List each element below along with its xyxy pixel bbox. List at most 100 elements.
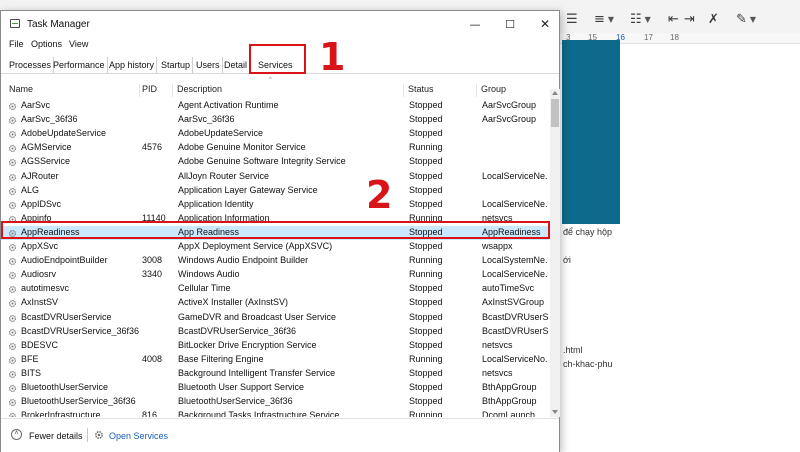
cell-status: Stopped — [409, 382, 443, 392]
table-row[interactable]: BITS Background Intelligent Transfer Serv… — [1, 367, 549, 381]
table-row[interactable]: BcastDVRUserService_36f36 BcastDVRUserSer… — [1, 325, 549, 339]
scroll-up-arrow-icon[interactable] — [552, 91, 558, 95]
decrease-indent-icon[interactable]: ⇤ — [668, 9, 679, 29]
cell-status: Stopped — [409, 114, 443, 125]
maximize-button[interactable]: ☐ — [496, 15, 524, 33]
cell-name: AarSvc_36f36 — [21, 114, 78, 125]
tab-app-history[interactable]: App history — [107, 57, 158, 73]
cell-status: Stopped — [409, 170, 443, 181]
increase-indent-icon[interactable]: ⇥ — [684, 9, 695, 29]
fewer-details-button[interactable]: Fewer details — [29, 431, 83, 441]
cell-description: Agent Activation Runtime — [178, 100, 279, 110]
cell-name: AGSService — [21, 156, 71, 167]
tab-users[interactable]: Users — [194, 57, 223, 73]
table-row[interactable]: BluetoothUserService Bluetooth User Suppo… — [1, 381, 549, 395]
cell-status: Stopped — [409, 283, 443, 294]
tab-startup[interactable]: Startup — [159, 57, 194, 73]
cell-name: BDESVC — [21, 339, 59, 350]
cell-group: LocalServiceNe... — [482, 170, 548, 181]
service-gear-icon — [8, 399, 17, 407]
cell-pid: 3340 — [142, 269, 163, 280]
table-row[interactable]: AxInstSV ActiveX Installer (AxInstSV) Stop… — [1, 296, 549, 310]
cell-status: Running — [409, 353, 443, 364]
menu-options[interactable]: Options — [31, 39, 62, 49]
cell-status: Stopped — [409, 311, 443, 322]
table-row[interactable]: AJRouter AllJoyn Router Service Stopped Loc… — [1, 170, 549, 184]
cell-name: AJRouter — [21, 170, 59, 181]
table-row[interactable]: ALG Application Layer Gateway Service Stop… — [1, 184, 549, 198]
document-text-line: ch-khac-phu — [563, 359, 613, 369]
service-gear-icon — [8, 342, 17, 350]
cell-description: Adobe Genuine Software Integrity Service — [178, 156, 346, 167]
column-header-status[interactable]: Status — [408, 84, 477, 97]
tab-processes[interactable]: Processes — [7, 57, 55, 73]
step-2-label: 2 — [366, 173, 393, 217]
cell-description: Adobe Genuine Monitor Service — [178, 142, 306, 153]
tab-details[interactable]: Detail — [222, 57, 249, 73]
service-gear-icon — [8, 258, 17, 266]
chevron-up-circle-icon[interactable]: ˄ — [11, 429, 22, 440]
table-row[interactable]: AarSvc Agent Activation Runtime Stopped Aar… — [1, 99, 549, 113]
service-gear-icon — [8, 300, 17, 308]
document-text-line: để chạy hộp — [563, 227, 613, 237]
cell-group: AxInstSVGroup — [482, 297, 545, 308]
column-header-group[interactable]: Group — [481, 84, 547, 97]
table-row[interactable]: AGSService Adobe Genuine Software Integri… — [1, 155, 549, 169]
cell-description: BcastDVRUserService_36f36 — [178, 325, 297, 336]
cell-name: BrokerInfrastructure — [21, 410, 101, 417]
column-header-name[interactable]: Name — [9, 84, 140, 97]
table-row[interactable]: AarSvc_36f36 AarSvc_36f36 Stopped AarSvcGro… — [1, 113, 549, 127]
open-services-link[interactable]: Open Services — [109, 431, 168, 441]
cell-group: DcomLaunch — [482, 410, 536, 417]
cell-group: BcastDVRUserS... — [482, 311, 548, 322]
line-spacing-icon[interactable]: ☰ — [566, 9, 578, 29]
services-tab-highlight — [249, 44, 306, 74]
close-button[interactable]: ✕ — [531, 15, 559, 33]
column-header-description[interactable]: Description — [177, 84, 404, 97]
numbered-list-icon[interactable]: ≡ ▼ — [594, 9, 614, 29]
table-row[interactable]: AdobeUpdateService AdobeUpdateService Stop… — [1, 127, 549, 141]
service-gear-icon — [8, 187, 17, 195]
title-bar[interactable]: Task Manager — ☐ ✕ — [1, 11, 559, 37]
table-row[interactable]: BcastDVRUserService GameDVR and Broadcast… — [1, 311, 549, 325]
cell-status: Stopped — [409, 396, 443, 407]
tab-performance[interactable]: Performance — [51, 57, 108, 73]
table-row[interactable]: AppIDSvc Application Identity Stopped Local… — [1, 198, 549, 212]
document-text-line: ới — [563, 255, 571, 265]
vertical-scrollbar[interactable] — [550, 89, 560, 417]
service-gear-icon — [8, 384, 17, 393]
clear-formatting-icon[interactable]: ✗ — [708, 9, 719, 29]
table-row[interactable]: BrokerInfrastructure 816 Background Tasks … — [1, 409, 549, 417]
cell-name: BluetoothUserService — [21, 382, 109, 392]
service-gear-icon — [8, 201, 17, 209]
menu-file[interactable]: File — [9, 39, 24, 49]
cell-status: Stopped — [409, 325, 443, 336]
table-row[interactable]: BFE 4008 Base Filtering Engine Running Local… — [1, 353, 549, 367]
table-row[interactable]: BDESVC BitLocker Drive Encryption Service… — [1, 339, 549, 353]
ruler-tick-18: 18 — [670, 33, 679, 42]
bulleted-list-icon[interactable]: ☷ ▼ — [630, 9, 651, 29]
table-row[interactable]: AudioEndpointBuilder 3008 Windows Audio En… — [1, 254, 549, 268]
task-manager-window: Task Manager — ☐ ✕ File Options View Pro… — [0, 10, 560, 452]
menu-view[interactable]: View — [69, 39, 88, 49]
services-gear-icon[interactable] — [94, 430, 104, 440]
table-row[interactable]: autotimesvc Cellular Time Stopped autoTimeS… — [1, 282, 549, 296]
column-header-pid[interactable]: PID — [142, 84, 173, 97]
table-row[interactable]: Audiosrv 3340 Windows Audio Running LocalSer… — [1, 268, 549, 282]
app-readiness-highlight — [1, 221, 550, 239]
scroll-down-arrow-icon[interactable] — [552, 410, 558, 414]
service-gear-icon — [8, 286, 17, 294]
minimize-button[interactable]: — — [461, 15, 489, 33]
table-row[interactable]: AGMService 4576 Adobe Genuine Monitor Serv… — [1, 141, 549, 155]
service-gear-icon — [8, 314, 17, 322]
table-row[interactable]: BluetoothUserService_36f36 BluetoothUserS… — [1, 395, 549, 409]
cell-status: Stopped — [409, 339, 443, 350]
cell-description: BluetoothUserService_36f36 — [178, 396, 293, 407]
table-row[interactable]: AppXSvc AppX Deployment Service (AppXSVC)… — [1, 240, 549, 254]
cell-description: Base Filtering Engine — [178, 353, 264, 364]
cell-pid: 3008 — [142, 255, 163, 266]
cell-status: Stopped — [409, 241, 443, 251]
scroll-thumb[interactable] — [551, 99, 559, 127]
cell-group: wsappx — [482, 241, 513, 251]
input-tools-icon[interactable]: ✎ ▼ — [736, 9, 756, 29]
